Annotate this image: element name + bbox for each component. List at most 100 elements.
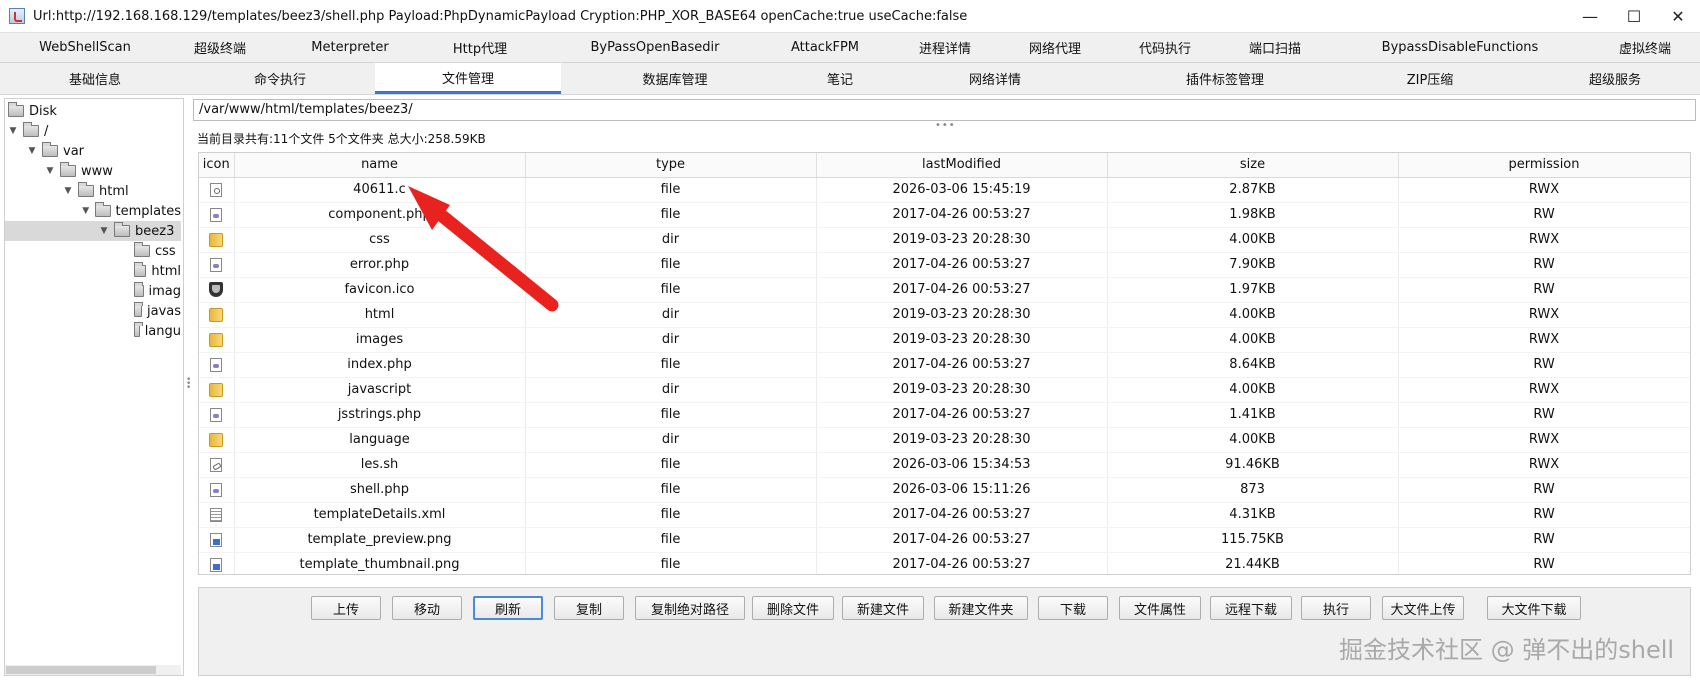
table-row[interactable]: error.php file 2017-04-26 00:53:27 7.90KB RW	[199, 252, 1690, 278]
expand-toggle-icon[interactable]: ▼	[99, 226, 109, 236]
tab-basic-info[interactable]: 基础信息	[40, 63, 150, 94]
table-row[interactable]: templateDetails.xml file 2017-04-26 00:53:…	[199, 502, 1690, 528]
cell-size: 1.98KB	[1107, 202, 1399, 228]
maximize-button[interactable]: ☐	[1611, 0, 1657, 32]
column-header-lastmodified[interactable]: lastModified	[816, 153, 1108, 178]
cell-icon	[199, 452, 235, 478]
cell-size: 115.75KB	[1107, 527, 1399, 553]
tab-meterpreter[interactable]: Meterpreter	[290, 33, 410, 62]
tree-node-javascript[interactable]: javas	[5, 301, 181, 321]
large-file-download-button[interactable]: 大文件下载	[1487, 596, 1581, 620]
tree-node-images[interactable]: imag	[5, 281, 181, 301]
scrollbar-thumb[interactable]	[6, 666, 156, 674]
new-file-button[interactable]: 新建文件	[842, 596, 924, 620]
tab-code-exec[interactable]: 代码执行	[1120, 33, 1210, 62]
table-row[interactable]: index.php file 2017-04-26 00:53:27 8.64KB RW	[199, 352, 1690, 378]
upload-button[interactable]: 上传	[311, 596, 381, 620]
table-row[interactable]: 40611.c file 2026-03-06 15:45:19 2.87KB RWX	[199, 177, 1690, 203]
tab-virtual-terminal[interactable]: 虚拟终端	[1600, 33, 1690, 62]
watermark: 掘金技术社区 @ 弹不出的shell	[1339, 636, 1675, 664]
table-header-row: icon name type lastModified size permiss…	[199, 153, 1690, 178]
cell-icon	[199, 352, 235, 378]
vertical-splitter-handle[interactable]: • • •	[186, 376, 191, 394]
tab-bypass-disable-functions[interactable]: BypassDisableFunctions	[1370, 33, 1550, 62]
tab-bypass-openbasedir[interactable]: ByPassOpenBasedir	[570, 33, 740, 62]
table-row[interactable]: favicon.ico file 2017-04-26 00:53:27 1.97KB…	[199, 277, 1690, 303]
expand-toggle-icon[interactable]: ▼	[63, 186, 73, 196]
table-row[interactable]: shell.php file 2026-03-06 15:11:26 873 RW	[199, 477, 1690, 503]
tree-node-templates[interactable]: ▼ templates	[5, 201, 181, 221]
tree-node-language[interactable]: langu	[5, 321, 181, 341]
tree-node-html[interactable]: ▼ html	[5, 181, 181, 201]
table-row[interactable]: javascript dir 2019-03-23 20:28:30 4.00KB RW…	[199, 377, 1690, 403]
table-row[interactable]: html dir 2019-03-23 20:28:30 4.00KB RWX	[199, 302, 1690, 328]
tab-super-service[interactable]: 超级服务	[1560, 63, 1670, 94]
move-button[interactable]: 移动	[392, 596, 462, 620]
close-button[interactable]: ✕	[1655, 0, 1700, 32]
tab-http-proxy[interactable]: Http代理	[430, 33, 530, 62]
tab-zip[interactable]: ZIP压缩	[1380, 63, 1480, 94]
tab-database-manager[interactable]: 数据库管理	[620, 63, 730, 94]
tab-process-details[interactable]: 进程详情	[900, 33, 990, 62]
table-row[interactable]: template_preview.png file 2017-04-26 00:53…	[199, 527, 1690, 553]
horizontal-splitter-handle[interactable]: •••	[935, 121, 955, 131]
tab-attackfpm[interactable]: AttackFPM	[770, 33, 880, 62]
folder-icon	[134, 322, 143, 337]
cell-lastmodified: 2019-03-23 20:28:30	[816, 327, 1108, 353]
tab-port-scan[interactable]: 端口扫描	[1230, 33, 1320, 62]
tree-node-www[interactable]: ▼ www	[5, 161, 181, 181]
column-header-type[interactable]: type	[525, 153, 817, 178]
expand-toggle-icon[interactable]: ▼	[81, 206, 90, 216]
expand-toggle-icon[interactable]: ▼	[8, 126, 18, 136]
delete-file-button[interactable]: 删除文件	[752, 596, 834, 620]
table-row[interactable]: jsstrings.php file 2017-04-26 00:53:27 1.41…	[199, 402, 1690, 428]
folder-icon	[8, 102, 24, 117]
large-file-upload-button[interactable]: 大文件上传	[1382, 596, 1464, 620]
table-row[interactable]: language dir 2019-03-23 20:28:30 4.00KB RWX	[199, 427, 1690, 453]
title-bar: Url:http://192.168.168.129/templates/bee…	[0, 0, 1700, 32]
expand-toggle-icon[interactable]: ▼	[45, 166, 55, 176]
tree-node-html-sub[interactable]: html	[5, 261, 181, 281]
expand-toggle-icon[interactable]: ▼	[27, 146, 37, 156]
file-properties-button[interactable]: 文件属性	[1119, 596, 1201, 620]
tree-node-css[interactable]: css	[5, 241, 181, 261]
cell-icon	[199, 227, 235, 253]
copy-absolute-path-button[interactable]: 复制绝对路径	[635, 596, 745, 620]
tab-plugin-tag-manager[interactable]: 插件标签管理	[1160, 63, 1290, 94]
column-header-name[interactable]: name	[234, 153, 526, 178]
copy-button[interactable]: 复制	[554, 596, 624, 620]
tab-command-exec[interactable]: 命令执行	[225, 63, 335, 94]
table-row[interactable]: les.sh file 2026-03-06 15:34:53 91.46KB RWX	[199, 452, 1690, 478]
cell-size: 8.64KB	[1107, 352, 1399, 378]
remote-download-button[interactable]: 远程下载	[1210, 596, 1292, 620]
tab-file-manager[interactable]: 文件管理	[375, 63, 561, 94]
column-header-icon[interactable]: icon	[199, 153, 235, 178]
cell-permission: RW	[1398, 252, 1690, 278]
tree-node-beez3[interactable]: ▼ beez3	[5, 221, 181, 241]
tree-node-root[interactable]: ▼ /	[5, 121, 181, 141]
cell-type: file	[525, 452, 817, 478]
table-row[interactable]: css dir 2019-03-23 20:28:30 4.00KB RWX	[199, 227, 1690, 253]
table-row[interactable]: images dir 2019-03-23 20:28:30 4.00KB RWX	[199, 327, 1690, 353]
column-header-size[interactable]: size	[1107, 153, 1399, 178]
execute-button[interactable]: 执行	[1301, 596, 1371, 620]
new-folder-button[interactable]: 新建文件夹	[934, 596, 1028, 620]
tab-super-terminal[interactable]: 超级终端	[170, 33, 270, 62]
tab-network-proxy[interactable]: 网络代理	[1010, 33, 1100, 62]
tree-node-var[interactable]: ▼ var	[5, 141, 181, 161]
tree-node-disk[interactable]: Disk	[5, 101, 181, 121]
minimize-button[interactable]: —	[1567, 0, 1613, 32]
path-input[interactable]: /var/www/html/templates/beez3/	[193, 99, 1696, 121]
column-header-permission[interactable]: permission	[1398, 153, 1690, 178]
download-button[interactable]: 下载	[1038, 596, 1108, 620]
tab-network-details[interactable]: 网络详情	[940, 63, 1050, 94]
cell-lastmodified: 2026-03-06 15:11:26	[816, 477, 1108, 503]
tab-notes[interactable]: 笔记	[800, 63, 880, 94]
cell-size: 91.46KB	[1107, 452, 1399, 478]
table-row[interactable]: component.php file 2017-04-26 00:53:27 1.98…	[199, 202, 1690, 228]
tree-horizontal-scrollbar[interactable]	[5, 665, 181, 675]
refresh-button[interactable]: 刷新	[473, 596, 543, 620]
table-row[interactable]: template_thumbnail.png file 2017-04-26 00:…	[199, 552, 1690, 574]
cell-size: 4.00KB	[1107, 427, 1399, 453]
tab-webshellscan[interactable]: WebShellScan	[20, 33, 150, 62]
